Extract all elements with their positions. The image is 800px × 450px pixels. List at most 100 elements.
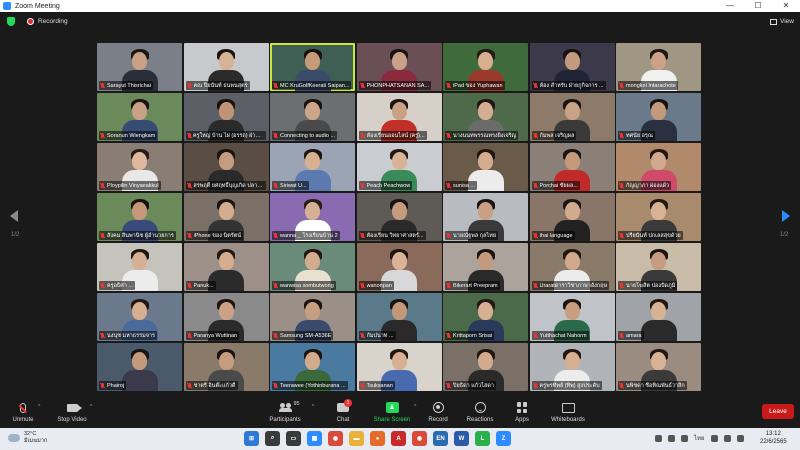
tray-app-icon[interactable] [668,434,675,442]
search-icon[interactable]: ⌕ [265,431,280,446]
participant-tile[interactable]: Uraratดาราวิชาภาษาอังกฤษ [529,243,615,291]
participant-name: สังคม สินพานิช ผู้อำนวยการ [107,232,174,239]
en-icon[interactable]: EN [433,431,448,446]
participant-tile[interactable]: นพิชดา ชื่อทิณพันธ์วาสิก [616,343,701,391]
participant-face [391,102,407,120]
participant-tile[interactable]: สรพฤติ์ ยศฤทธิ์บุญเกิด ปลาย... [183,143,269,191]
chrome-alt-icon[interactable]: ◉ [412,431,427,446]
participant-tile[interactable]: คณ ปิยนันท์ ธนพนสุตร [183,43,269,91]
tray-printer-icon[interactable] [681,434,688,442]
reactions-label: Reactions [466,417,494,423]
maximize-button[interactable]: ☐ [744,0,772,12]
participant-nameplate: Connecting to audio ... [272,131,338,140]
audio-options-caret[interactable]: ^ [38,404,40,410]
view-button[interactable]: View [770,18,794,25]
participants-button[interactable]: 95 Participants [260,401,310,423]
previous-page-arrow-icon[interactable] [10,210,18,222]
weather-description: มีเมฆมาก [24,438,48,444]
participant-tile[interactable]: ปิยธิดา แก้วไสดา [443,343,528,391]
participant-tile[interactable]: Peach Peachwow [356,143,442,191]
participant-tile[interactable]: Teerawee (Yothinburana ... [270,343,355,391]
participant-tile[interactable]: ครูพรทิพย์ (ทิพ) สูงประดับ [529,343,615,391]
participant-tile[interactable]: ห้องเรียนออนไลน์ (ครู)... [356,93,442,141]
participant-tile[interactable]: iPad ของ Yuphawan [443,43,528,91]
participant-tile[interactable]: ครูอธิศา ... [97,243,182,291]
participant-tile[interactable]: Connecting to audio ... [270,93,355,141]
participant-tile[interactable]: MC KruGolfKeerati Saipan... [270,43,355,91]
participant-tile[interactable]: ห้อง สำหรับ ฝ่ายกูกิจการ ... [529,43,615,91]
video-options-caret[interactable]: ^ [90,404,92,410]
participant-tile[interactable]: Sarayut Thisrichai [97,43,182,91]
zoom-icon[interactable]: Z [496,431,511,446]
pdf-icon[interactable]: A [391,431,406,446]
explorer-icon[interactable]: ▬ [349,431,364,446]
participant-tile[interactable]: Samsung SM-A536E [270,293,355,341]
task-view-icon[interactable]: ▭ [286,431,301,446]
weather-widget[interactable]: 32°C มีเมฆมาก [8,431,47,445]
participant-tile[interactable]: ชาตรี อินต๊ะแก้วดี [183,343,269,391]
participant-tile[interactable]: thai language [529,193,615,241]
next-page-arrow-icon[interactable] [782,210,790,222]
participant-tile[interactable]: นายโฆสิต ปองปัดภูมิ [616,243,701,291]
participant-tile[interactable]: ครูใหญ่ บ้าน ไผ่ (อรรถ) ฝ่ายบริหาร [183,93,269,141]
participant-tile[interactable]: ปรียนันท์ ปกเลสสุขด้วย [616,193,701,241]
participant-tile[interactable]: สังคม สินพานิช ผู้อำนวยการ [97,193,182,241]
participant-tile[interactable]: sunisa ... [443,143,528,191]
windows-icon[interactable]: ⊞ [244,431,259,446]
participant-tile[interactable]: Yutthachat Nahorm [529,293,615,341]
participant-tile[interactable]: นงนุช มหาธรรมจาร [97,293,182,341]
apps-button[interactable]: Apps [497,401,547,423]
chrome-icon[interactable]: ◉ [328,431,343,446]
participant-tile[interactable]: Siriwat U... [270,143,355,191]
participant-name: wanwisa sombutwong [280,282,334,289]
muted-mic-icon [533,282,538,289]
leave-button[interactable]: Leave [762,404,794,419]
share-screen-button[interactable]: Share Screen [367,401,417,423]
participant-tile[interactable]: Porchai ชัยผล... [529,143,615,191]
widgets-icon[interactable]: ▦ [307,431,322,446]
participant-tile[interactable]: นางนนทพรรณทรงยิ่งเจริญ [443,93,528,141]
chat-label: Chat [336,417,350,423]
minimize-button[interactable]: — [716,0,744,12]
participant-tile[interactable]: iPhone ของ นิตรัตน์ [183,193,269,241]
participant-tile[interactable]: นายณัฐพล กุลไทย [443,193,528,241]
participant-tile[interactable]: กัญญาภา ผ่องแผ้ว [616,143,701,191]
participant-tile[interactable]: กัมปนาท ... [356,293,442,341]
input-language[interactable]: ไทย [694,433,705,443]
participant-tile[interactable]: ห้องเรียน วิทยาศาสตร์... [356,193,442,241]
participant-tile[interactable]: Bikerart Preepram [443,243,528,291]
participant-name: Paranya Wuttinan [193,332,238,339]
close-button[interactable]: ✕ [772,0,800,12]
participant-tile[interactable]: amara [616,293,701,341]
word-icon[interactable]: W [454,431,469,446]
participant-nameplate: ห้อง สำหรับ ฝ่ายกูกิจการ ... [531,81,606,90]
battery-icon[interactable] [736,434,744,442]
participants-options-caret[interactable]: ^ [312,404,314,410]
participant-tile[interactable]: mongkol Intarachote [616,43,701,91]
participant-nameplate: ครูอธิศา ... [99,281,135,290]
line-icon[interactable]: L [475,431,490,446]
participant-tile[interactable]: wanwisa sombutwong [270,243,355,291]
participant-tile[interactable]: Soranun Wiengkam [97,93,182,141]
participant-tile[interactable]: กัมพล เจริญผล [529,93,615,141]
participant-tile[interactable]: Panuk... [183,243,269,291]
participant-tile[interactable]: wanonpan [356,243,442,291]
whiteboards-button[interactable]: Whiteboards [543,401,593,423]
participant-tile[interactable]: Krittaporn Srisai [443,293,528,341]
wifi-icon[interactable] [710,434,718,442]
participant-tile[interactable]: ทศนัย อรุณ [616,93,701,141]
taskbar-clock[interactable]: 13:12 22/6/2565 [760,430,787,446]
tray-chevron-icon[interactable] [655,434,662,442]
unmute-button[interactable]: Unmute [0,401,48,423]
volume-icon[interactable] [723,434,731,442]
participant-tile[interactable]: PHONPHATSANAN SA... [356,43,442,91]
security-shield-icon[interactable] [7,17,15,26]
participant-tile[interactable]: Phairoj [97,343,182,391]
firefox-icon[interactable]: ● [370,431,385,446]
chat-button[interactable]: 1 Chat [318,399,368,423]
whiteboard-icon [561,402,575,413]
participant-tile[interactable]: wanna _ โรงเรียนบ้าน 2 [270,193,355,241]
participant-tile[interactable]: Tsuksanan [356,343,442,391]
participant-tile[interactable]: Paranya Wuttinan [183,293,269,341]
participant-tile[interactable]: Ploypilin Vinyaeakkul [97,143,182,191]
